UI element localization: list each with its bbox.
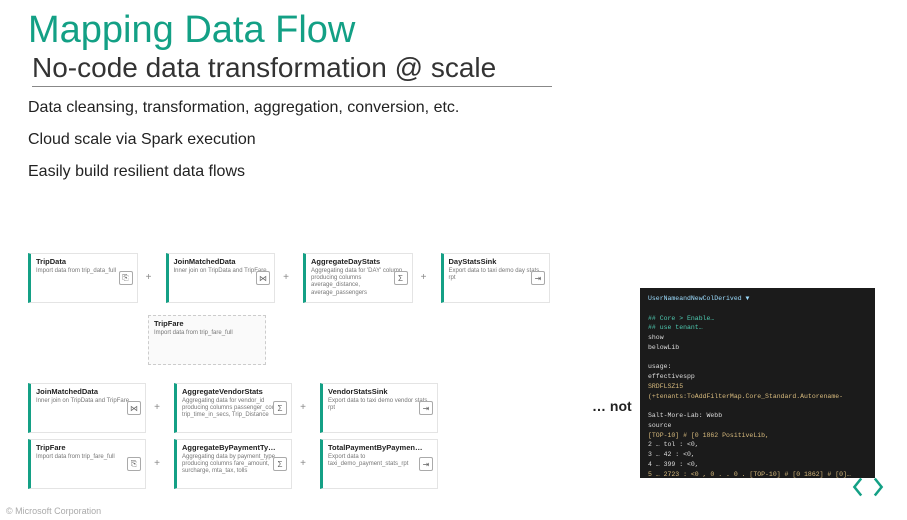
desc-line-3: Easily build resilient data flows	[28, 163, 907, 181]
data-flow-diagram: TripDataImport data from trip_data_full …	[28, 253, 578, 493]
brand-logo-icon	[851, 475, 885, 504]
node-aggpayment: AggregateByPaymentTy…Aggregating data by…	[174, 439, 292, 489]
flow-row-3: JoinMatchedDataInner join on TripData an…	[28, 383, 578, 433]
aggregate-icon: Σ	[273, 457, 287, 471]
add-icon: +	[297, 402, 309, 414]
copyright: © Microsoft Corporation	[6, 506, 101, 516]
join-icon: ⋈	[256, 271, 270, 285]
flow-row-4: TripFareImport data from trip_fare_full …	[28, 439, 578, 489]
add-icon: +	[143, 272, 155, 284]
slide-title: Mapping Data Flow	[28, 10, 907, 52]
join-icon: ⋈	[127, 401, 141, 415]
slide-subtitle: No-code data transformation @ scale	[32, 52, 552, 87]
source-icon: ⎘	[127, 457, 141, 471]
node-aggregate: AggregateDayStatsAggregating data for 'D…	[303, 253, 413, 303]
add-icon: +	[151, 458, 163, 470]
node-join: JoinMatchedDataInner join on TripData an…	[166, 253, 276, 303]
sink-icon: ⇥	[419, 457, 433, 471]
flow-row-1: TripDataImport data from trip_data_full …	[28, 253, 578, 303]
desc-line-1: Data cleansing, transformation, aggregat…	[28, 99, 907, 117]
aggregate-icon: Σ	[273, 401, 287, 415]
node-tripdata: TripDataImport data from trip_data_full …	[28, 253, 138, 303]
flow-row-2: TripFareImport data from trip_fare_full	[28, 315, 578, 365]
node-sink: DayStatsSinkExport data to taxi demo day…	[441, 253, 551, 303]
sink-icon: ⇥	[531, 271, 545, 285]
add-icon: +	[280, 272, 292, 284]
node-tripfare-ghost: TripFareImport data from trip_fare_full	[148, 315, 266, 365]
aggregate-icon: Σ	[394, 271, 408, 285]
add-icon: +	[151, 402, 163, 414]
node-paymentsink: TotalPaymentByPaymen…Export data to taxi…	[320, 439, 438, 489]
node-tripfare: TripFareImport data from trip_fare_full …	[28, 439, 146, 489]
sink-icon: ⇥	[419, 401, 433, 415]
node-join2: JoinMatchedDataInner join on TripData an…	[28, 383, 146, 433]
code-snippet: UserNameandNewColDerived ▼ ## Core > Ena…	[640, 288, 875, 478]
node-aggvendor: AggregateVendorStatsAggregating data for…	[174, 383, 292, 433]
not-label: … not	[592, 398, 632, 414]
source-icon: ⎘	[119, 271, 133, 285]
add-icon: +	[418, 272, 430, 284]
node-vendorsink: VendorStatsSinkExport data to taxi demo …	[320, 383, 438, 433]
add-icon: +	[297, 458, 309, 470]
desc-line-2: Cloud scale via Spark execution	[28, 131, 907, 149]
